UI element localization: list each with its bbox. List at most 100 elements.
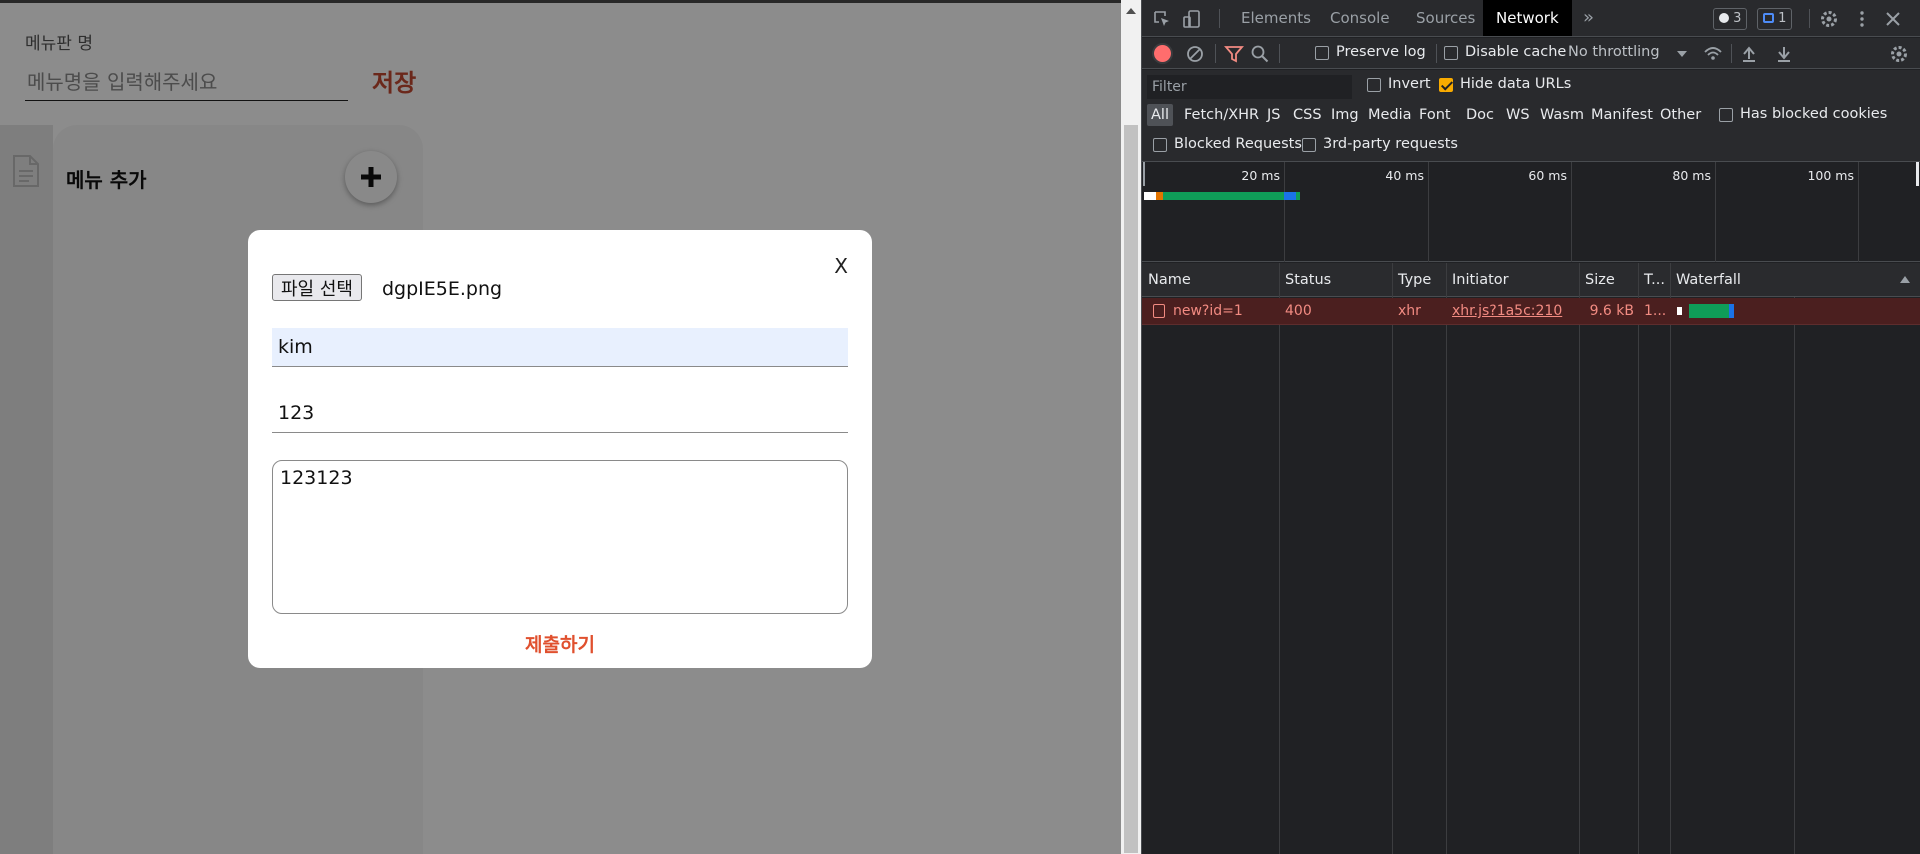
request-initiator-link[interactable]: xhr.js?1a5c:210 xyxy=(1446,298,1579,325)
waterfall-bar-download xyxy=(1729,304,1734,318)
requests-table-header: Name Status Type Initiator Size T... Wat… xyxy=(1142,263,1920,297)
overview-bar-queued xyxy=(1144,192,1156,200)
scroll-up-arrow-icon[interactable] xyxy=(1126,8,1136,14)
add-menu-modal: X 파일 선택 dgpIE5E.png 123123 제출하기 xyxy=(248,230,872,668)
column-divider[interactable] xyxy=(1670,263,1671,854)
overview-start-handle[interactable] xyxy=(1143,162,1145,186)
tab-network[interactable]: Network xyxy=(1483,0,1572,36)
settings-gear-icon[interactable] xyxy=(1819,9,1839,29)
column-type[interactable]: Type xyxy=(1392,263,1446,297)
menu-item-description-textarea[interactable]: 123123 xyxy=(272,460,848,614)
import-har-upload-icon[interactable] xyxy=(1739,44,1759,64)
menu-item-price-input[interactable] xyxy=(272,394,848,433)
file-select-button[interactable]: 파일 선택 xyxy=(272,274,362,301)
close-devtools-icon[interactable] xyxy=(1883,9,1903,29)
tab-sources[interactable]: Sources xyxy=(1403,0,1488,36)
type-filter-fetch-xhr[interactable]: Fetch/XHR xyxy=(1180,104,1263,126)
more-tabs-button[interactable]: » xyxy=(1570,0,1607,36)
request-name[interactable]: new?id=1 xyxy=(1167,298,1279,325)
column-name[interactable]: Name xyxy=(1142,263,1279,297)
disable-cache-checkbox[interactable] xyxy=(1444,46,1458,60)
overview-bar-connect xyxy=(1156,192,1163,200)
invert-label: Invert xyxy=(1388,76,1431,92)
hide-data-urls-checkbox[interactable] xyxy=(1439,78,1453,92)
close-modal-button[interactable]: X xyxy=(834,254,848,278)
device-toolbar-icon[interactable] xyxy=(1182,9,1202,29)
menu-item-name-input[interactable] xyxy=(272,328,848,367)
more-options-kebab-icon[interactable] xyxy=(1852,9,1872,29)
type-filter-wasm[interactable]: Wasm xyxy=(1536,104,1588,126)
type-filter-all[interactable]: All xyxy=(1147,104,1173,126)
overview-bar-download xyxy=(1284,192,1296,200)
has-blocked-cookies-checkbox[interactable] xyxy=(1719,108,1733,122)
column-waterfall[interactable]: Waterfall xyxy=(1670,263,1870,297)
third-party-requests-checkbox[interactable] xyxy=(1302,138,1316,152)
filter-bar: Invert Hide data URLs All Fetch/XHR JS C… xyxy=(1142,70,1920,162)
request-size: 9.6 kB xyxy=(1589,303,1634,319)
type-filter-media[interactable]: Media xyxy=(1364,104,1416,126)
overview-bar-waiting xyxy=(1163,192,1300,200)
type-filter-manifest[interactable]: Manifest xyxy=(1587,104,1657,126)
separator xyxy=(1436,44,1437,63)
type-filter-other[interactable]: Other xyxy=(1656,104,1705,126)
submit-button[interactable]: 제출하기 xyxy=(490,630,630,657)
type-filter-ws[interactable]: WS xyxy=(1502,104,1534,126)
column-status[interactable]: Status xyxy=(1279,263,1392,297)
column-divider[interactable] xyxy=(1579,263,1580,854)
throttling-chevron-down-icon[interactable] xyxy=(1677,51,1687,57)
scroll-thumb[interactable] xyxy=(1124,125,1138,853)
blocked-requests-checkbox[interactable] xyxy=(1153,138,1167,152)
network-settings-gear-icon[interactable] xyxy=(1889,44,1909,64)
type-filter-doc[interactable]: Doc xyxy=(1462,104,1498,126)
preserve-log-checkbox[interactable] xyxy=(1315,46,1329,60)
type-filter-js[interactable]: JS xyxy=(1263,104,1284,126)
record-icon[interactable] xyxy=(1154,45,1171,62)
network-toolbar: Preserve log Disable cache No throttling xyxy=(1142,38,1920,69)
inspect-element-icon[interactable] xyxy=(1152,9,1172,29)
timeline-overview[interactable]: 20 ms 40 ms 60 ms 80 ms 100 ms xyxy=(1142,162,1920,262)
invert-checkbox[interactable] xyxy=(1367,78,1381,92)
tab-elements[interactable]: Elements xyxy=(1228,0,1324,36)
type-filter-img[interactable]: Img xyxy=(1327,104,1363,126)
sort-ascending-icon[interactable] xyxy=(1900,276,1910,283)
message-count-badge[interactable]: 1 xyxy=(1757,8,1793,30)
column-initiator[interactable]: Initiator xyxy=(1446,263,1579,297)
column-divider[interactable] xyxy=(1279,263,1280,854)
overview-tick-label: 40 ms xyxy=(1385,168,1424,183)
network-conditions-wifi-icon[interactable] xyxy=(1703,44,1723,64)
overview-gridline xyxy=(1715,162,1716,262)
type-filter-css[interactable]: CSS xyxy=(1289,104,1326,126)
message-icon xyxy=(1763,13,1774,23)
column-time[interactable]: T... xyxy=(1638,263,1670,297)
overview-gridline xyxy=(1428,162,1429,262)
search-icon[interactable] xyxy=(1250,44,1270,64)
error-dot-icon xyxy=(1719,13,1729,23)
column-size[interactable]: Size xyxy=(1579,263,1638,297)
export-har-download-icon[interactable] xyxy=(1774,44,1794,64)
column-divider[interactable] xyxy=(1392,263,1393,854)
overview-gridline xyxy=(1284,162,1285,262)
overview-gridline xyxy=(1858,162,1859,262)
overview-end-handle[interactable] xyxy=(1916,162,1919,186)
overview-tick-label: 80 ms xyxy=(1672,168,1711,183)
filter-funnel-icon[interactable] xyxy=(1224,44,1244,64)
filter-input[interactable] xyxy=(1147,75,1352,99)
error-count-badge[interactable]: 3 xyxy=(1713,8,1748,30)
separator xyxy=(1219,9,1220,28)
column-divider[interactable] xyxy=(1638,263,1639,854)
waterfall-bar-waiting xyxy=(1689,304,1729,318)
type-filter-font[interactable]: Font xyxy=(1415,104,1455,126)
waterfall-bar-queued xyxy=(1677,307,1682,315)
table-row[interactable]: new?id=1 400 xhr xhr.js?1a5c:210 9.6 kB … xyxy=(1142,298,1920,325)
overview-gridline xyxy=(1571,162,1572,262)
throttling-select[interactable]: No throttling xyxy=(1568,44,1660,60)
request-status: 400 xyxy=(1285,303,1312,319)
blocked-requests-label: Blocked Requests xyxy=(1174,136,1302,152)
separator xyxy=(1215,44,1216,63)
column-divider[interactable] xyxy=(1446,263,1447,854)
page-scrollbar[interactable] xyxy=(1121,0,1141,854)
tab-console[interactable]: Console xyxy=(1317,0,1403,36)
clear-icon[interactable] xyxy=(1185,44,1205,64)
disable-cache-label: Disable cache xyxy=(1465,44,1567,60)
overview-tick-label: 20 ms xyxy=(1241,168,1280,183)
